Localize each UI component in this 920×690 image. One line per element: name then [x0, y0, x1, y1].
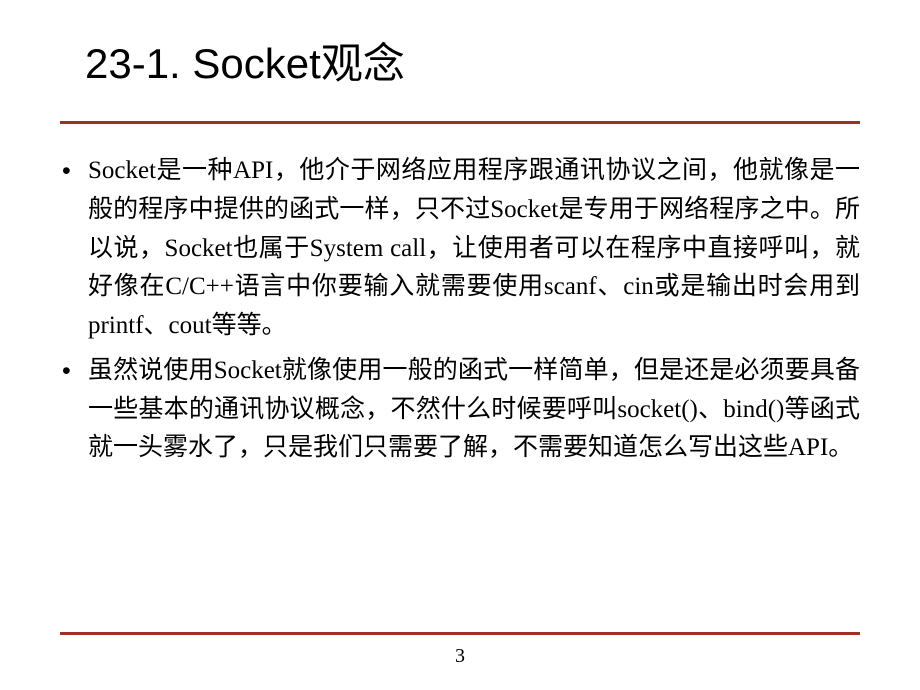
title-prefix: 23-1. Socket [85, 40, 321, 87]
slide-title: 23-1. Socket观念 [85, 30, 865, 91]
title-suffix: 观念 [321, 42, 405, 88]
bullet-text: Socket是一种API，他介于网络应用程序跟通讯协议之间，他就像是一般的程序中… [88, 152, 860, 346]
divider-bottom [60, 632, 860, 635]
slide-content: • Socket是一种API，他介于网络应用程序跟通讯协议之间，他就像是一般的程… [55, 134, 865, 468]
divider-top [60, 121, 860, 124]
bullet-dot-icon: • [60, 352, 88, 391]
bullet-item: • 虽然说使用Socket就像使用一般的函式一样简单，但是还是必须要具备一些基本… [60, 352, 860, 468]
slide: 23-1. Socket观念 • Socket是一种API，他介于网络应用程序跟… [0, 0, 920, 690]
bullet-text: 虽然说使用Socket就像使用一般的函式一样简单，但是还是必须要具备一些基本的通… [88, 352, 860, 468]
bullet-dot-icon: • [60, 152, 88, 191]
bullet-item: • Socket是一种API，他介于网络应用程序跟通讯协议之间，他就像是一般的程… [60, 152, 860, 346]
page-number: 3 [0, 645, 920, 668]
